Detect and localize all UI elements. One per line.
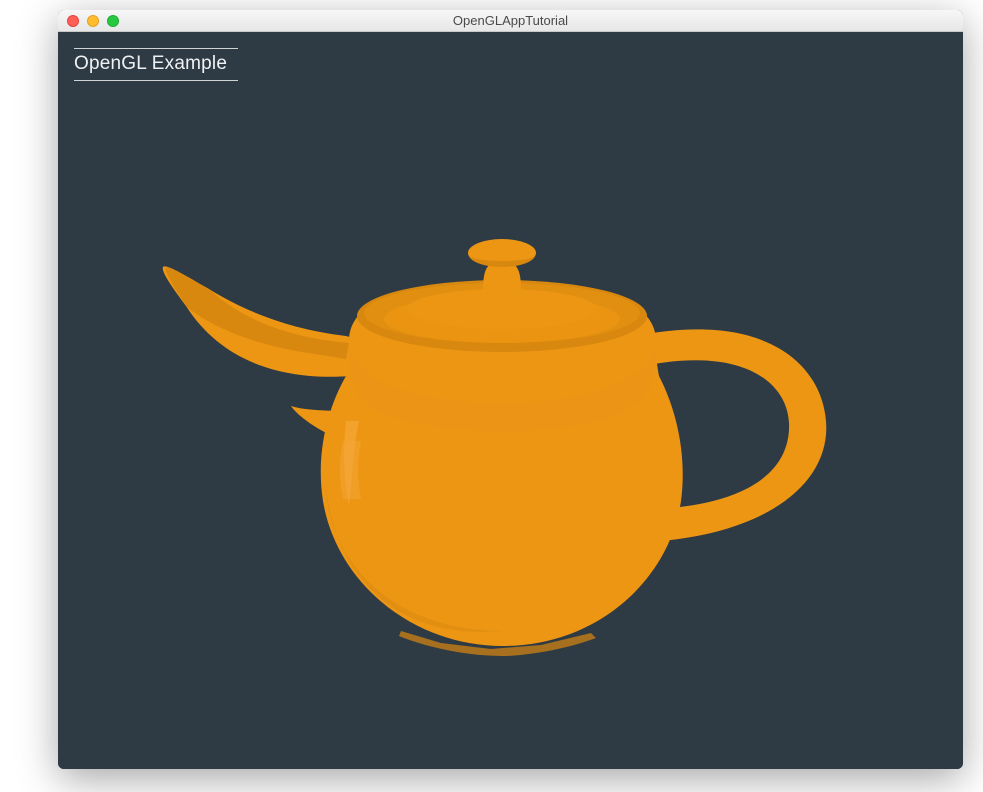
- titlebar[interactable]: OpenGLAppTutorial: [58, 10, 963, 32]
- divider: [74, 80, 238, 81]
- close-button[interactable]: [67, 15, 79, 27]
- teapot-icon: [91, 111, 911, 731]
- traffic-lights: [58, 15, 119, 27]
- divider: [74, 48, 238, 49]
- opengl-viewport[interactable]: OpenGL Example: [58, 32, 963, 769]
- info-panel: OpenGL Example: [68, 44, 244, 87]
- window-title: OpenGLAppTutorial: [58, 13, 963, 28]
- render-canvas: [58, 32, 963, 769]
- app-window: OpenGLAppTutorial: [58, 10, 963, 769]
- minimize-button[interactable]: [87, 15, 99, 27]
- panel-title: OpenGL Example: [74, 51, 238, 80]
- maximize-button[interactable]: [107, 15, 119, 27]
